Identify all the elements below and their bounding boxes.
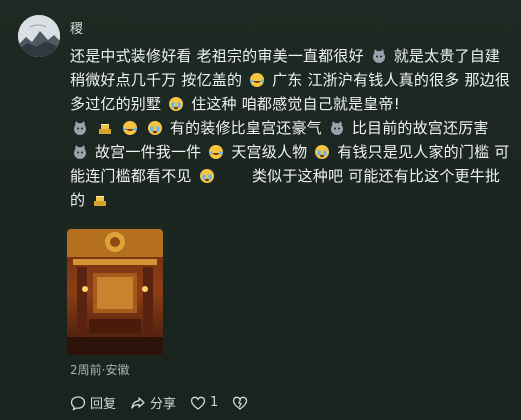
comment-text: 还是中式装修好看 老祖宗的审美一直都很好 就是太贵了自建稍微好点几千万 按亿盖的… — [70, 44, 512, 212]
dislike-heart-icon — [233, 396, 248, 410]
laughing-tears-icon — [209, 145, 224, 159]
comment-text-segment: 故宫一件我一件 — [94, 143, 202, 161]
share-label: 分享 — [150, 397, 177, 412]
comment-text-segment: 有的装修比皇宫还豪气 — [169, 119, 322, 137]
dislike-button[interactable] — [232, 395, 252, 411]
laughing-tears-icon — [250, 73, 265, 87]
comment-actions: 回复 分享 1 — [70, 393, 266, 412]
cat-face-icon — [74, 145, 86, 159]
heart-icon — [190, 396, 206, 410]
share-icon — [131, 396, 145, 409]
share-button[interactable]: 分享 — [130, 393, 176, 412]
crying-face-icon — [147, 121, 162, 135]
like-count: 1 — [210, 395, 219, 410]
crying-face-icon — [169, 97, 184, 111]
comment-text-segment: 比目前的故宫还厉害 — [351, 119, 489, 137]
username[interactable]: 稷 — [70, 18, 83, 37]
crying-face-icon — [315, 145, 330, 159]
gold-bars-icon — [98, 124, 111, 134]
comment-text-segment: 天宫级人物 — [231, 143, 308, 161]
comment-text-segment: 住这种 咱都感觉自己就是皇帝! — [191, 95, 400, 113]
cat-face-icon — [74, 121, 86, 135]
attached-image-thumbnail[interactable] — [67, 229, 163, 355]
reply-icon — [70, 395, 86, 411]
reply-label: 回复 — [90, 397, 117, 412]
comment-time-location: 2周前·安徽 — [70, 363, 130, 377]
comment-text-segment: 还是中式装修好看 老祖宗的审美一直都很好 — [70, 47, 364, 65]
like-button[interactable]: 1 — [190, 395, 218, 411]
cat-face-icon — [330, 121, 343, 135]
crying-face-icon — [199, 169, 214, 183]
reply-button[interactable]: 回复 — [70, 393, 116, 412]
comment-card: 稷 还是中式装修好看 老祖宗的审美一直都很好 就是太贵了自建稍微好点几千万 按亿… — [0, 0, 521, 420]
laughing-tears-icon — [122, 121, 137, 135]
cat-face-icon — [372, 49, 385, 63]
avatar[interactable] — [18, 15, 60, 57]
gold-bars-icon — [94, 196, 107, 206]
